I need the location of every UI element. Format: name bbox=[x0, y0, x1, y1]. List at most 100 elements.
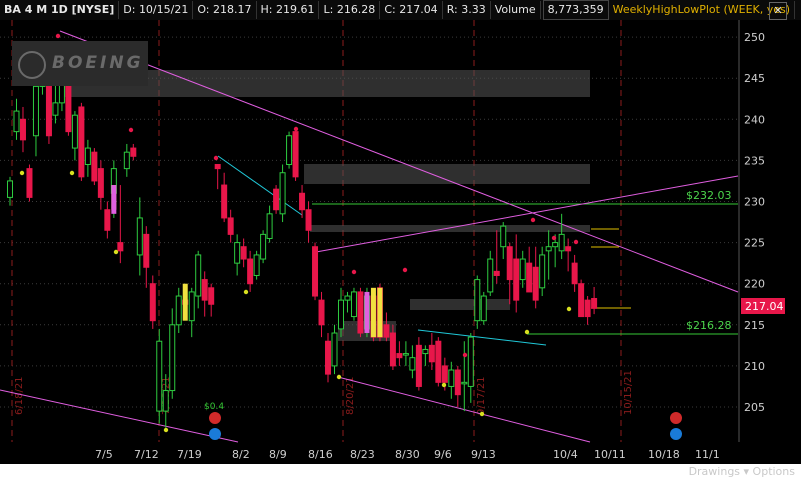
x-tick-label: 7/19 bbox=[177, 448, 202, 461]
candle-body bbox=[571, 262, 578, 285]
x-tick-label: 11/1 bbox=[695, 448, 720, 461]
candle-body bbox=[480, 295, 487, 322]
info-icon bbox=[670, 428, 682, 440]
study-label[interactable]: WeeklyHighLowPlot (WEEK, yes) bbox=[609, 1, 796, 19]
candle-body bbox=[435, 340, 442, 383]
candle-body bbox=[32, 85, 39, 137]
candle-body bbox=[156, 340, 163, 412]
high-low-dot bbox=[479, 411, 485, 417]
candle-body bbox=[325, 340, 332, 375]
candle-body bbox=[344, 295, 351, 301]
y-tick-label: 225 bbox=[744, 237, 765, 250]
candle-body bbox=[201, 279, 208, 301]
high-low-dot bbox=[530, 217, 536, 223]
high-low-dot bbox=[69, 170, 75, 176]
x-tick-label: 10/4 bbox=[553, 448, 578, 461]
candle-body bbox=[448, 369, 455, 387]
footer-faint-text: Drawings ▾ Options bbox=[688, 465, 795, 478]
candle-body bbox=[428, 344, 435, 363]
footer-bar: Drawings ▾ Options bbox=[0, 462, 801, 482]
candle-body bbox=[331, 332, 338, 367]
high-low-dot bbox=[213, 155, 219, 161]
y-tick-label: 210 bbox=[744, 360, 765, 373]
date-marker-label: 6/18/21 bbox=[14, 376, 25, 415]
high-low-dot bbox=[551, 235, 557, 241]
highlight-candle bbox=[111, 185, 117, 214]
candle-body bbox=[558, 233, 565, 252]
level-label-lower: $216.28 bbox=[686, 319, 732, 332]
candle-body bbox=[266, 213, 273, 239]
y-tick-label: 215 bbox=[744, 319, 765, 332]
date-marker-label: 8/20/21 bbox=[345, 376, 356, 415]
candle-body bbox=[247, 258, 254, 285]
candle-body bbox=[422, 348, 429, 355]
candle-body bbox=[91, 151, 98, 182]
earnings-phone-icon bbox=[670, 412, 682, 424]
candle-body bbox=[318, 299, 325, 326]
close-readout: C: 217.04 bbox=[380, 1, 443, 19]
info-icon bbox=[209, 428, 221, 440]
candle-body bbox=[532, 266, 539, 301]
high-low-dot bbox=[55, 33, 61, 39]
candle-body bbox=[299, 192, 306, 211]
candle-body bbox=[526, 262, 533, 293]
candle-body bbox=[383, 324, 390, 338]
candle-body bbox=[208, 287, 215, 305]
volume-value: 8,773,359 bbox=[542, 0, 609, 20]
volume-label: Volume bbox=[491, 1, 541, 19]
candle-body bbox=[493, 270, 500, 276]
candle-body bbox=[441, 365, 448, 383]
close-icon[interactable]: ✕ bbox=[769, 2, 787, 20]
candle-body bbox=[552, 242, 559, 248]
candle-body bbox=[513, 258, 520, 301]
date-readout: D: 10/15/21 bbox=[119, 1, 194, 19]
candle-body bbox=[169, 324, 176, 392]
candle-body bbox=[7, 180, 13, 198]
candle-body bbox=[461, 381, 468, 385]
candle-body bbox=[97, 168, 104, 198]
current-price-label: 217.04 bbox=[745, 300, 784, 313]
y-tick-label: 235 bbox=[744, 154, 765, 167]
chart-header: BA 4 M 1D [NYSE] D: 10/15/21 O: 218.17 H… bbox=[0, 0, 801, 20]
price-zone bbox=[304, 164, 590, 184]
candle-body bbox=[312, 246, 319, 297]
candle-body bbox=[104, 209, 111, 231]
high-low-dot bbox=[19, 170, 25, 176]
high-low-dot bbox=[462, 352, 468, 358]
candle-body bbox=[578, 283, 585, 318]
candle-body bbox=[487, 258, 494, 293]
high-low-dot bbox=[351, 269, 357, 275]
x-tick-label: 10/18 bbox=[648, 448, 680, 461]
symbol-label[interactable]: BA 4 M 1D [NYSE] bbox=[0, 1, 120, 19]
level-label-upper: $232.03 bbox=[686, 189, 732, 202]
x-tick-label: 8/30 bbox=[395, 448, 420, 461]
candle-body bbox=[130, 147, 137, 157]
x-tick-label: 7/5 bbox=[95, 448, 113, 461]
low-readout: L: 216.28 bbox=[319, 1, 381, 19]
candle-body bbox=[357, 291, 364, 334]
candle-body bbox=[305, 209, 312, 231]
x-tick-label: 9/13 bbox=[471, 448, 496, 461]
y-tick-label: 205 bbox=[744, 401, 765, 414]
candle-body bbox=[162, 390, 169, 412]
high-low-dot bbox=[524, 329, 530, 335]
candle-body bbox=[13, 110, 20, 133]
x-tick-label: 7/12 bbox=[134, 448, 159, 461]
earnings-phone-icon bbox=[209, 412, 221, 424]
candle-body bbox=[136, 217, 143, 256]
high-low-dot bbox=[573, 239, 579, 245]
candle-body bbox=[221, 184, 228, 219]
candle-body bbox=[78, 106, 85, 178]
highlight-candle bbox=[370, 287, 376, 338]
candle-body bbox=[337, 299, 344, 330]
high-low-dot bbox=[336, 374, 342, 380]
highlight-candle bbox=[364, 291, 370, 334]
candle-body bbox=[253, 254, 260, 276]
candle-body bbox=[389, 332, 396, 367]
high-low-dot bbox=[113, 249, 119, 255]
x-tick-label: 8/9 bbox=[269, 448, 287, 461]
range-readout: R: 3.33 bbox=[443, 1, 491, 19]
x-tick-label: 8/16 bbox=[308, 448, 333, 461]
price-chart[interactable]: 205 210 215 220 225 230 235 240 245 250 6/18/21 7/1… bbox=[0, 20, 801, 462]
x-tick-label: 9/6 bbox=[434, 448, 452, 461]
